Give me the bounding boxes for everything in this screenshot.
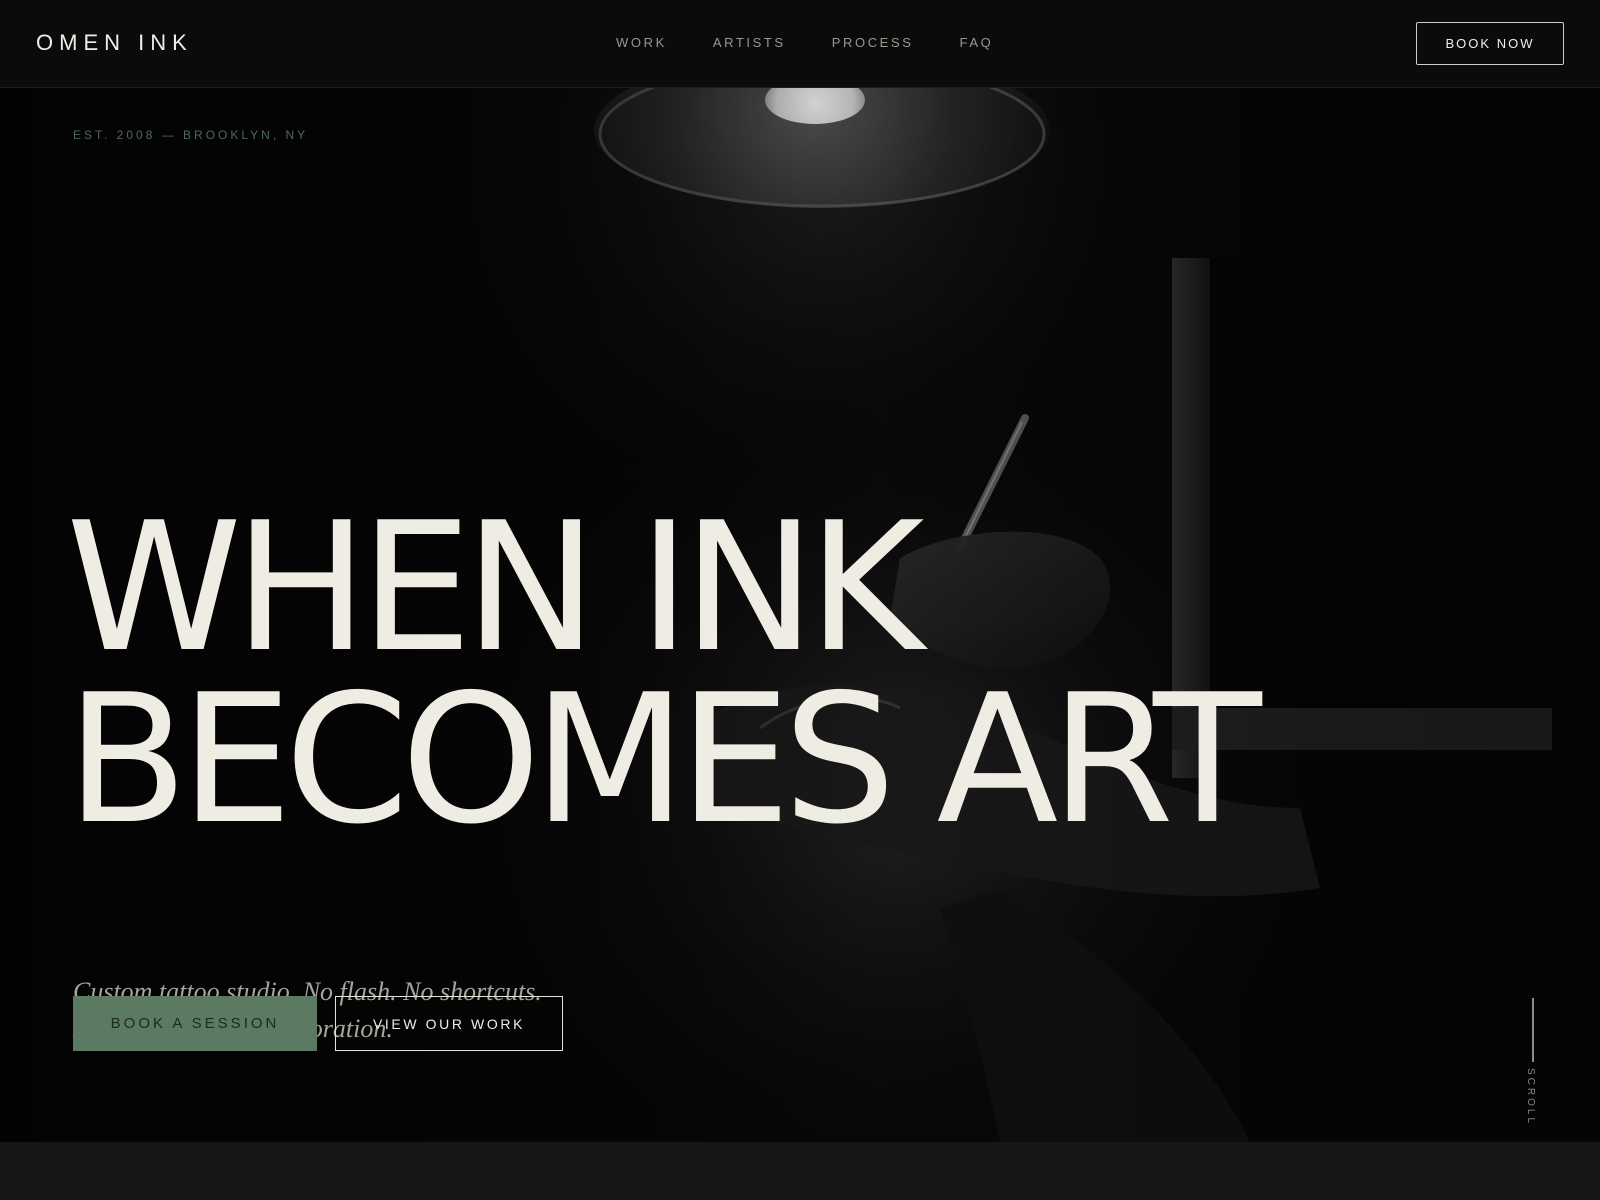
main-nav: WORK ARTISTS PROCESS FAQ: [616, 35, 993, 50]
nav-artists-link[interactable]: ARTISTS: [713, 35, 786, 50]
nav-work-link[interactable]: WORK: [616, 35, 667, 50]
hero-headline: WHEN INK BECOMES ART: [66, 484, 1262, 863]
headline-line-1: WHEN INK: [66, 484, 924, 691]
book-session-button[interactable]: BOOK A SESSION: [73, 996, 317, 1051]
established-label: EST. 2008 — BROOKLYN, NY: [73, 128, 309, 142]
view-work-button[interactable]: VIEW OUR WORK: [335, 996, 563, 1051]
page: OMEN INK WORK ARTISTS PROCESS FAQ BOOK N…: [0, 0, 1600, 1200]
logo[interactable]: OMEN INK: [36, 30, 193, 56]
scroll-indicator[interactable]: SCROLL: [1520, 998, 1550, 1138]
book-now-button[interactable]: BOOK NOW: [1416, 22, 1564, 65]
scroll-line: [1532, 998, 1534, 1062]
hero-section: EST. 2008 — BROOKLYN, NY WHEN INK BECOME…: [0, 88, 1600, 1142]
headline-line-2: BECOMES ART: [66, 656, 1262, 863]
nav-faq-link[interactable]: FAQ: [960, 35, 994, 50]
next-section-strip: [0, 1142, 1600, 1200]
scroll-label: SCROLL: [1525, 1068, 1536, 1127]
site-header: OMEN INK WORK ARTISTS PROCESS FAQ BOOK N…: [0, 0, 1600, 88]
nav-process-link[interactable]: PROCESS: [832, 35, 914, 50]
